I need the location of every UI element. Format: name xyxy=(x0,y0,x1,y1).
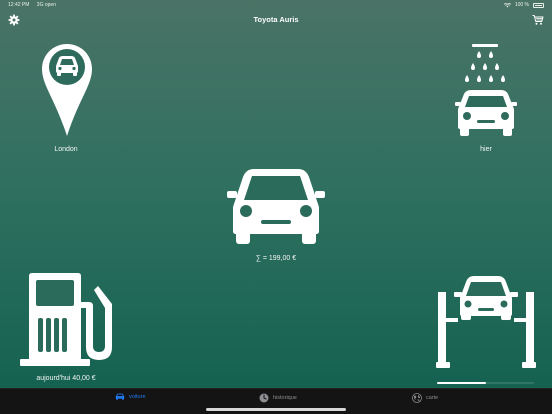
status-carrier: 3G open xyxy=(36,2,56,8)
parking-label[interactable]: London xyxy=(26,146,106,153)
tab-voiture-label: voiture xyxy=(129,393,146,400)
battery-icon xyxy=(533,3,544,8)
parking-location-icon[interactable] xyxy=(41,43,93,137)
home-indicator[interactable] xyxy=(206,408,346,411)
status-bar: 12:42 PM 3G open 100 % xyxy=(0,0,552,12)
car-icon[interactable] xyxy=(227,167,325,245)
tab-voiture[interactable]: voiture xyxy=(115,393,146,400)
fuel-label[interactable]: aujourd'hui 40,00 € xyxy=(16,375,116,382)
clock-icon xyxy=(259,393,269,403)
page-title: Toyota Auris xyxy=(253,15,299,24)
page-progress-fill xyxy=(437,382,486,384)
tab-historique[interactable]: historique xyxy=(259,393,297,403)
status-right: 100 % xyxy=(503,0,544,11)
car-wash-label[interactable]: hier xyxy=(446,146,526,153)
battery-percent: 100 % xyxy=(514,2,529,8)
gear-icon[interactable] xyxy=(8,14,20,26)
tab-historique-label: historique xyxy=(273,395,297,401)
cart-icon[interactable] xyxy=(532,14,544,26)
status-left: 12:42 PM 3G open xyxy=(8,0,56,11)
status-time: 12:42 PM xyxy=(8,2,30,8)
car-lift-icon[interactable] xyxy=(436,272,536,368)
app-screen: 12:42 PM 3G open 100 % Toyota Auris Lond… xyxy=(0,0,552,414)
tab-carte-label: carte xyxy=(426,395,439,401)
wifi-icon xyxy=(503,3,511,8)
car-icon xyxy=(115,393,125,400)
total-cost-label[interactable]: ∑ = 199,00 € xyxy=(216,255,336,262)
car-wash-icon[interactable] xyxy=(455,43,517,137)
globe-icon xyxy=(412,393,422,403)
fuel-pump-icon[interactable] xyxy=(20,272,114,366)
tab-carte[interactable]: carte xyxy=(412,393,438,403)
page-progress xyxy=(437,382,534,384)
